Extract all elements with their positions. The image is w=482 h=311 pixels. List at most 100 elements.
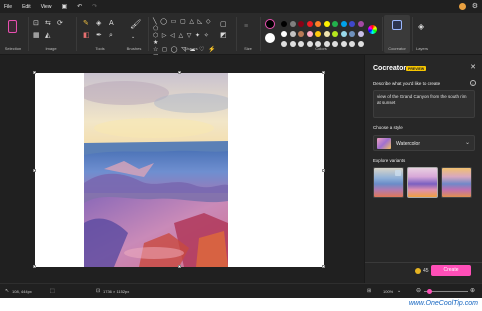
variant-save-icon[interactable] — [395, 170, 401, 176]
size-group: ≡ Size — [238, 15, 258, 53]
crop-icon[interactable]: ⊡ — [33, 20, 39, 27]
fill-shape-icon[interactable]: ◩ — [220, 32, 227, 39]
canvas-size-icon: ⊡ — [96, 288, 101, 294]
magnifier-icon[interactable]: ⌕ — [109, 32, 113, 39]
credits-icon — [415, 268, 421, 274]
color-swatch[interactable] — [357, 31, 364, 37]
flip-icon[interactable]: ◭ — [45, 32, 50, 39]
undo-icon[interactable]: ↶ — [77, 3, 82, 10]
color-swatch[interactable] — [281, 21, 287, 27]
create-button[interactable]: Create — [431, 265, 471, 276]
style-label: Choose a style — [373, 125, 403, 130]
style-dropdown[interactable]: Watercolor ⌄ — [373, 135, 475, 151]
watermark-bar: www.OneCoolTip.com — [0, 298, 482, 311]
color-swatch[interactable] — [340, 21, 347, 27]
selection-label: Selection — [4, 46, 22, 51]
zoom-in-icon[interactable]: ⊕ — [470, 287, 475, 294]
color-swatch[interactable] — [357, 21, 364, 27]
style-value: Watercolor — [396, 141, 420, 147]
prompt-input[interactable]: view of the Grand Canyon from the south … — [373, 90, 475, 118]
zoom-slider-thumb[interactable] — [427, 289, 432, 294]
settings-icon[interactable]: ⚙ — [472, 2, 478, 10]
resize-handle[interactable] — [178, 265, 181, 268]
colors-label: Colors — [315, 46, 327, 51]
canvas[interactable] — [33, 71, 325, 268]
text-icon[interactable]: A — [109, 20, 114, 27]
fit-to-window-icon[interactable]: ⊞ — [367, 288, 371, 294]
resize-handle[interactable] — [33, 265, 36, 268]
color-swatch[interactable] — [315, 31, 321, 37]
pencil-icon[interactable]: ✎ — [83, 20, 89, 27]
selection-size-icon: ⬚ — [50, 288, 55, 294]
resize-handle[interactable] — [33, 71, 36, 74]
menu-view[interactable]: View — [41, 4, 52, 10]
color-swatch[interactable] — [323, 31, 330, 37]
cocreator-group[interactable]: Cocreator — [384, 15, 410, 53]
color-swatch[interactable] — [306, 31, 313, 37]
color-swatch[interactable] — [349, 31, 355, 37]
resize-handle[interactable] — [178, 71, 181, 74]
zoom-level[interactable]: 100% — [383, 289, 393, 294]
menu-file[interactable]: File — [4, 4, 12, 10]
resize-handle[interactable] — [33, 169, 36, 172]
brush-icon[interactable]: 🖌 — [130, 20, 141, 29]
divider — [236, 17, 237, 51]
cursor-position: 108, 444px — [12, 289, 32, 294]
color-swatch[interactable] — [289, 21, 296, 27]
eraser-icon[interactable]: ◧ — [83, 32, 90, 39]
layers-label: Layers — [415, 46, 428, 51]
cocreator-icon — [392, 20, 402, 30]
edit-colors-icon[interactable] — [368, 25, 377, 34]
resize-handle[interactable] — [322, 71, 325, 74]
color-swatch[interactable] — [306, 21, 313, 27]
outline-icon[interactable]: ▢ — [220, 21, 227, 28]
color-picker-icon[interactable]: ✒ — [96, 32, 102, 39]
variant-thumbnail[interactable] — [441, 167, 472, 198]
menu-edit[interactable]: Edit — [22, 4, 31, 10]
color-swatch[interactable] — [289, 31, 296, 37]
secondary-color[interactable] — [265, 33, 275, 43]
menu-bar: File Edit View ▣ ↶ ↷ ⚙ — [0, 0, 482, 13]
preview-badge: PREVIEW — [406, 66, 427, 71]
account-avatar[interactable] — [458, 2, 466, 10]
fill-icon[interactable]: ◈ — [96, 20, 101, 27]
color-swatch[interactable] — [340, 31, 347, 37]
redo-icon[interactable]: ↷ — [92, 3, 97, 10]
size-icon[interactable]: ≡ — [244, 23, 248, 30]
chevron-down-icon[interactable]: ⌄ — [397, 288, 401, 294]
layers-icon[interactable]: ◈ — [418, 23, 424, 31]
color-swatch[interactable] — [315, 21, 321, 27]
save-icon[interactable]: ▣ — [61, 3, 67, 10]
close-icon[interactable]: ✕ — [470, 63, 476, 71]
divider — [365, 262, 482, 263]
color-swatch[interactable] — [349, 21, 355, 27]
resize-handle[interactable] — [322, 169, 325, 172]
style-thumbnail — [377, 138, 391, 149]
info-icon[interactable]: i — [470, 80, 476, 86]
zoom-out-icon[interactable]: ⊖ — [416, 287, 421, 294]
variant-thumbnail[interactable] — [407, 167, 438, 198]
variant-thumbnail[interactable] — [373, 167, 404, 198]
generated-image — [84, 73, 228, 267]
color-swatch[interactable] — [281, 31, 287, 37]
divider — [28, 17, 29, 51]
selection-icon[interactable] — [8, 20, 17, 33]
resize-handle[interactable] — [322, 265, 325, 268]
image-select-icon[interactable]: ▦ — [33, 32, 40, 39]
chevron-down-icon[interactable]: ⌄ — [131, 34, 135, 41]
primary-color[interactable] — [265, 19, 275, 29]
selection-group: Selection — [2, 15, 24, 53]
resize-icon[interactable]: ⇆ — [45, 20, 51, 27]
color-swatch[interactable] — [332, 21, 338, 27]
image-group: ⊡ ⇆ ⟳ ▦ ◭ Image — [30, 15, 72, 53]
tools-label: Tools — [95, 46, 105, 51]
color-swatch[interactable] — [332, 31, 338, 37]
color-swatch[interactable] — [323, 21, 330, 27]
credits-count: 45 — [423, 268, 429, 274]
cursor-icon: ↖ — [5, 288, 10, 294]
describe-label: Describe what you'd like to create — [373, 81, 441, 86]
rotate-icon[interactable]: ⟳ — [57, 20, 63, 27]
color-swatch[interactable] — [298, 21, 304, 27]
color-swatch[interactable] — [298, 31, 304, 37]
tools-group: ✎ ◈ A ◧ ✒ ⌕ Tools — [80, 15, 120, 53]
